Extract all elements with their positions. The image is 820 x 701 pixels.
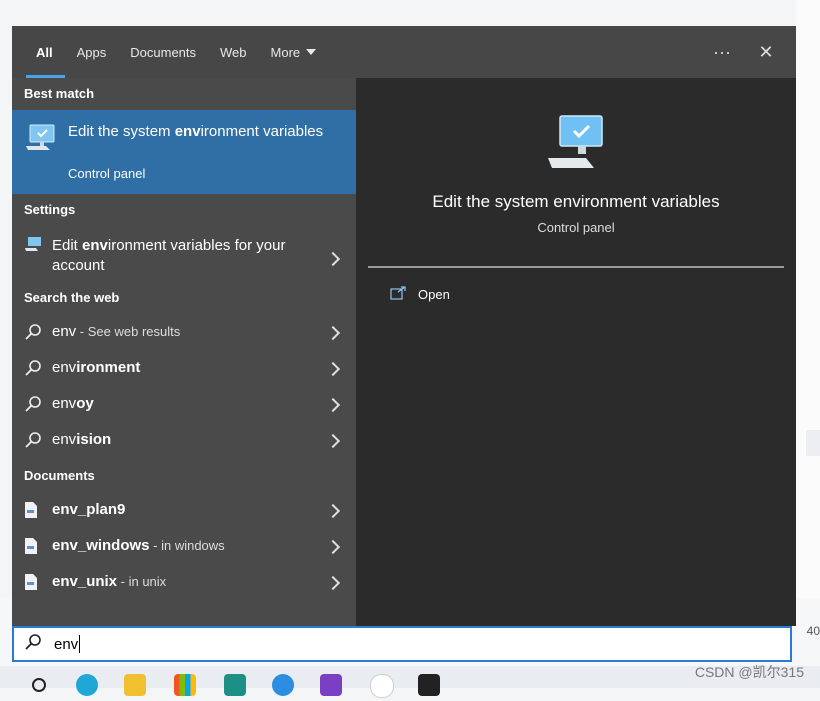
search-flyout: All Apps Documents Web More ··· ✕ Best m…: [12, 26, 796, 626]
chevron-right-icon: [325, 539, 341, 555]
background-edge-text: 40: [799, 624, 820, 638]
search-input[interactable]: env: [54, 636, 78, 653]
tab-all[interactable]: All: [12, 26, 65, 78]
computer-icon: [24, 236, 42, 257]
document-item[interactable]: env_windows - in windows: [12, 528, 356, 564]
section-best-match: Best match: [24, 86, 95, 101]
web-result-item[interactable]: env - See web results: [12, 314, 356, 350]
search-icon: [24, 633, 42, 656]
background-page-strip: [796, 0, 820, 600]
chevron-right-icon: [325, 325, 341, 341]
search-icon: [24, 431, 42, 454]
text-cursor: [79, 635, 81, 653]
section-settings: Settings: [24, 202, 76, 217]
chevron-right-icon: [325, 433, 341, 449]
tab-web[interactable]: Web: [208, 26, 259, 78]
search-box[interactable]: env: [12, 626, 792, 662]
detail-subtitle: Control panel: [537, 220, 615, 235]
computer-icon: [24, 124, 56, 157]
terminal-icon[interactable]: [418, 674, 440, 696]
detail-divider: [368, 266, 784, 268]
search-tab-bar: All Apps Documents Web More ··· ✕: [12, 26, 796, 78]
chrome-icon[interactable]: [370, 674, 394, 698]
messenger-icon[interactable]: [272, 674, 294, 696]
tab-more[interactable]: More: [259, 26, 329, 78]
search-icon: [24, 323, 42, 346]
tab-documents[interactable]: Documents: [118, 26, 208, 78]
section-documents: Documents: [24, 468, 95, 483]
document-item[interactable]: env_plan9: [12, 492, 356, 528]
file-explorer-icon[interactable]: [124, 674, 146, 696]
chevron-right-icon: [325, 503, 341, 519]
detail-pane: Edit the system environment variables Co…: [368, 90, 784, 626]
best-match-item[interactable]: Edit the system environment variables Co…: [12, 110, 356, 194]
results-list: Best match Edit the system environment v…: [12, 78, 356, 626]
web-result-item[interactable]: environment: [12, 350, 356, 386]
detail-title: Edit the system environment variables: [432, 192, 720, 211]
web-result-item[interactable]: envoy: [12, 386, 356, 422]
best-match-title: Edit the system environment variables: [68, 123, 324, 140]
store-icon[interactable]: [174, 674, 196, 696]
ellipsis-icon: ···: [713, 41, 731, 62]
close-button[interactable]: ✕: [744, 26, 788, 78]
search-icon: [24, 359, 42, 382]
tab-apps[interactable]: Apps: [65, 26, 119, 78]
app-icon[interactable]: [224, 674, 246, 696]
settings-item-label: Edit environment variables for your acco…: [52, 237, 286, 274]
chevron-down-icon: [306, 49, 317, 55]
settings-item[interactable]: Edit environment variables for your acco…: [12, 232, 356, 280]
close-icon: ✕: [758, 41, 774, 62]
computer-icon: [546, 114, 606, 175]
open-label: Open: [418, 287, 450, 302]
document-item[interactable]: env_unix - in unix: [12, 564, 356, 600]
document-icon: [24, 501, 38, 524]
document-icon: [24, 573, 38, 596]
open-external-icon: [390, 286, 406, 303]
edge-browser-icon[interactable]: [76, 674, 98, 696]
search-icon: [24, 395, 42, 418]
search-icon[interactable]: [28, 674, 50, 696]
document-icon: [24, 537, 38, 560]
chevron-right-icon: [325, 251, 341, 267]
chevron-right-icon: [325, 397, 341, 413]
section-search-web: Search the web: [24, 290, 120, 305]
web-result-item[interactable]: envision: [12, 422, 356, 458]
chevron-right-icon: [325, 575, 341, 591]
best-match-subtitle: Control panel: [68, 166, 146, 181]
watermark: CSDN @凯尔315: [694, 664, 804, 680]
chevron-right-icon: [325, 361, 341, 377]
more-options-button[interactable]: ···: [700, 26, 744, 78]
visual-studio-icon[interactable]: [320, 674, 342, 696]
open-action[interactable]: Open: [390, 286, 450, 303]
